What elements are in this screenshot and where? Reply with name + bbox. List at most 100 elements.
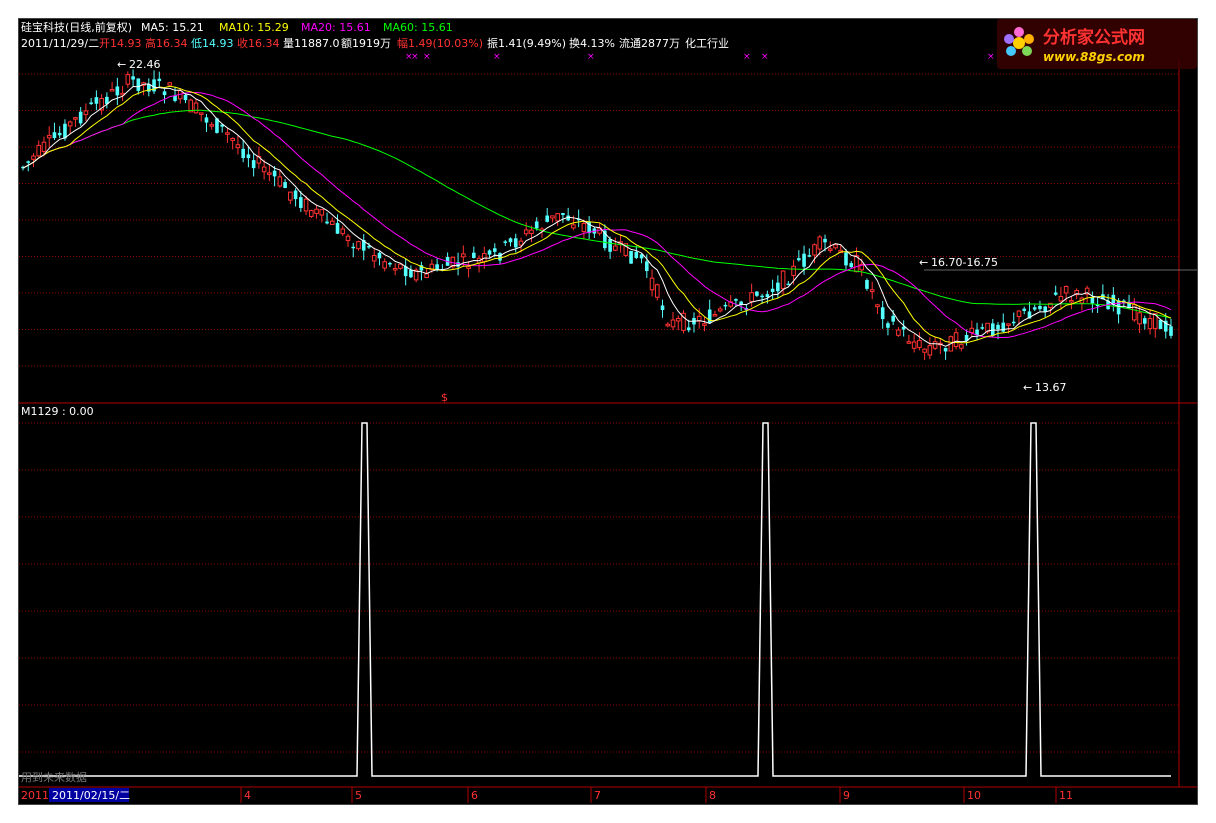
month-label: 5 <box>355 789 362 802</box>
candle-body-down <box>797 258 801 261</box>
candle-body-down <box>351 246 356 249</box>
candle-body-up <box>230 137 235 141</box>
candle-body-up <box>466 266 471 269</box>
high-annotation: 22.46 <box>129 58 161 71</box>
dollar-marker: $ <box>441 391 448 404</box>
turnover-value: 换4.13% <box>569 36 615 50</box>
price-grid <box>19 73 1179 367</box>
candle-body-up <box>31 155 36 160</box>
watermark-logo: 分析家公式网 www.88gs.com <box>997 19 1197 69</box>
candle-body-down <box>807 255 812 257</box>
stock-chart-window[interactable]: 硅宝科技(日线,前复权) MA5: 15.21 MA10: 15.29 MA20… <box>18 18 1198 805</box>
candle-body-up <box>424 273 429 279</box>
candle-body-down <box>629 250 633 264</box>
candle-body-down <box>823 238 827 243</box>
candle-body-down <box>78 111 83 124</box>
candle-body-up <box>518 240 524 246</box>
candle-body-down <box>283 182 287 188</box>
candle-body-down <box>660 305 665 311</box>
candle-body-up <box>356 241 361 250</box>
month-label: 9 <box>843 789 850 802</box>
candle-body-up <box>670 319 676 328</box>
candle-body-down <box>849 263 854 268</box>
candle-body-up <box>193 102 199 114</box>
event-markers: ×× × × × × × × <box>405 52 995 62</box>
candle-body-up <box>277 176 283 187</box>
candle-body-down <box>513 238 518 248</box>
candle-body-up <box>817 236 823 250</box>
candle-body-down <box>251 160 256 169</box>
high-annotation-arrow: ← <box>117 58 126 71</box>
candle-body-up <box>649 277 655 291</box>
candle-body-down <box>472 252 476 258</box>
candle-body-down <box>204 117 209 123</box>
candle-body-down <box>115 86 120 96</box>
ma60-label: MA60: 15.61 <box>383 21 453 34</box>
candle-body-up <box>398 263 403 269</box>
float-shares-value: 流通2877万 <box>619 36 680 50</box>
time-axis[interactable] <box>19 787 1197 804</box>
candle-body-down <box>435 264 439 270</box>
candle-body-up <box>529 229 534 234</box>
candle-body-up <box>67 121 73 127</box>
candle-body-up <box>571 224 576 229</box>
candle-body-up <box>167 82 173 86</box>
candle-body-up <box>812 244 817 256</box>
candlesticks[interactable] <box>21 69 1173 361</box>
candle-body-up <box>581 222 587 233</box>
close-value: 收16.34 <box>237 36 280 50</box>
candle-body-down <box>1032 307 1037 310</box>
candle-body-up <box>959 344 964 349</box>
candle-body-down <box>335 222 340 234</box>
candle-body-up <box>932 341 938 349</box>
candle-body-down <box>975 329 979 336</box>
candle-body-down <box>1142 318 1147 324</box>
candle-body-down <box>1001 322 1006 332</box>
candle-body-down <box>1022 308 1027 311</box>
cursor-date: 2011/02/15/二 <box>52 789 130 802</box>
candle-body-down <box>723 304 728 307</box>
candle-body-up <box>654 284 660 298</box>
low-annotation: 13.67 <box>1035 381 1067 394</box>
candle-body-down <box>880 307 885 320</box>
candle-body-up <box>665 323 671 327</box>
candle-body-up <box>303 198 309 212</box>
candle-body-up <box>235 144 241 149</box>
month-label: 6 <box>471 789 478 802</box>
candle-body-up <box>917 340 922 348</box>
ma20-line <box>22 92 1172 338</box>
candle-body-down <box>802 253 806 267</box>
candle-body-up <box>267 172 272 175</box>
candle-body-up <box>833 244 838 249</box>
volume-value: 量11887.0 <box>283 37 340 50</box>
candle-body-up <box>288 191 293 201</box>
indicator-line <box>19 422 1171 777</box>
candle-body-up <box>1006 323 1011 326</box>
candle-body-up <box>382 261 387 269</box>
candle-body-down <box>157 78 162 82</box>
candle-body-down <box>844 252 848 266</box>
candle-body-up <box>314 208 319 214</box>
change-value: 幅1.49(10.03%) <box>397 37 483 50</box>
candle-body-up <box>46 135 52 139</box>
candle-body-up <box>827 248 833 251</box>
candle-body-down <box>388 262 392 265</box>
candle-body-down <box>891 315 895 322</box>
candle-body-down <box>755 291 759 296</box>
candle-body-up <box>1063 285 1069 294</box>
ma60-line <box>22 109 1172 319</box>
candle-body-up <box>125 74 131 85</box>
candle-body-up <box>780 270 786 290</box>
candle-body-down <box>246 154 251 159</box>
event-marker: × <box>411 52 419 62</box>
candle-body-up <box>345 235 351 242</box>
future-data-note: 用到未来数据 <box>21 770 87 784</box>
candle-body-up <box>953 332 959 348</box>
chart-canvas[interactable]: 硅宝科技(日线,前复权) MA5: 15.21 MA10: 15.29 MA20… <box>19 19 1197 804</box>
candle-body-up <box>523 229 529 235</box>
candle-body-up <box>906 341 912 344</box>
candle-body-up <box>1137 312 1142 325</box>
candle-body-down <box>498 253 502 261</box>
candle-body-down <box>980 327 985 329</box>
candle-body-down <box>634 251 639 258</box>
